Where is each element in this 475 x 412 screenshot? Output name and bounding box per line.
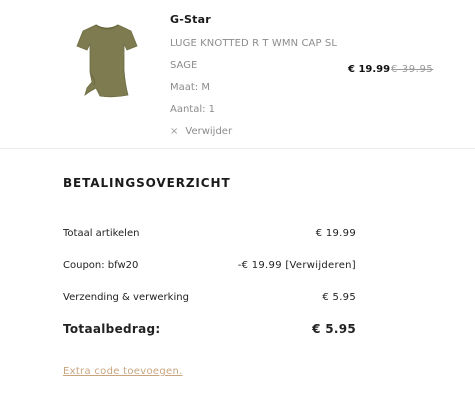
- product-name: LUGE KNOTTED R T WMN CAP SL: [170, 38, 338, 49]
- summary-row-label: Coupon: bfw20: [63, 260, 139, 271]
- close-icon: ×: [170, 126, 179, 137]
- summary-row-label: Totaal artikelen: [63, 228, 140, 239]
- summary-row-shipping: Verzending & verwerking € 5.95: [63, 291, 356, 305]
- total-label: Totaalbedrag:: [63, 322, 161, 336]
- summary-row-coupon: Coupon: bfw20 -€ 19.99 [Verwijderen]: [63, 259, 356, 273]
- total-value: € 5.95: [312, 322, 356, 336]
- product-image[interactable]: [74, 22, 140, 100]
- product-size: Maat: M: [170, 82, 210, 93]
- add-extra-code-link[interactable]: Extra code toevoegen.: [63, 365, 183, 379]
- product-color: SAGE: [170, 60, 198, 71]
- summary-title: BETALINGSOVERZICHT: [63, 176, 231, 190]
- cart-item: G-Star LUGE KNOTTED R T WMN CAP SL SAGE …: [0, 0, 475, 148]
- product-info: G-Star LUGE KNOTTED R T WMN CAP SL SAGE …: [170, 12, 337, 142]
- summary-row-value: € 5.95: [322, 292, 356, 303]
- product-quantity: Aantal: 1: [170, 104, 216, 115]
- summary-row-value: € 19.99: [315, 228, 356, 239]
- summary-row-total: Totaalbedrag: € 5.95: [63, 322, 356, 336]
- product-price: € 19.99: [348, 64, 391, 75]
- product-original-price: € 39.95: [391, 64, 434, 75]
- product-brand: G-Star: [170, 13, 211, 26]
- coupon-remove-link[interactable]: -€ 19.99 [Verwijderen]: [238, 259, 356, 273]
- tshirt-image: [76, 24, 138, 98]
- remove-label: Verwijder: [185, 126, 233, 137]
- summary-row-label: Verzending & verwerking: [63, 292, 189, 303]
- remove-item-button[interactable]: × Verwijder: [170, 122, 337, 142]
- section-divider: [0, 148, 475, 149]
- summary-row-items-total: Totaal artikelen € 19.99: [63, 227, 356, 241]
